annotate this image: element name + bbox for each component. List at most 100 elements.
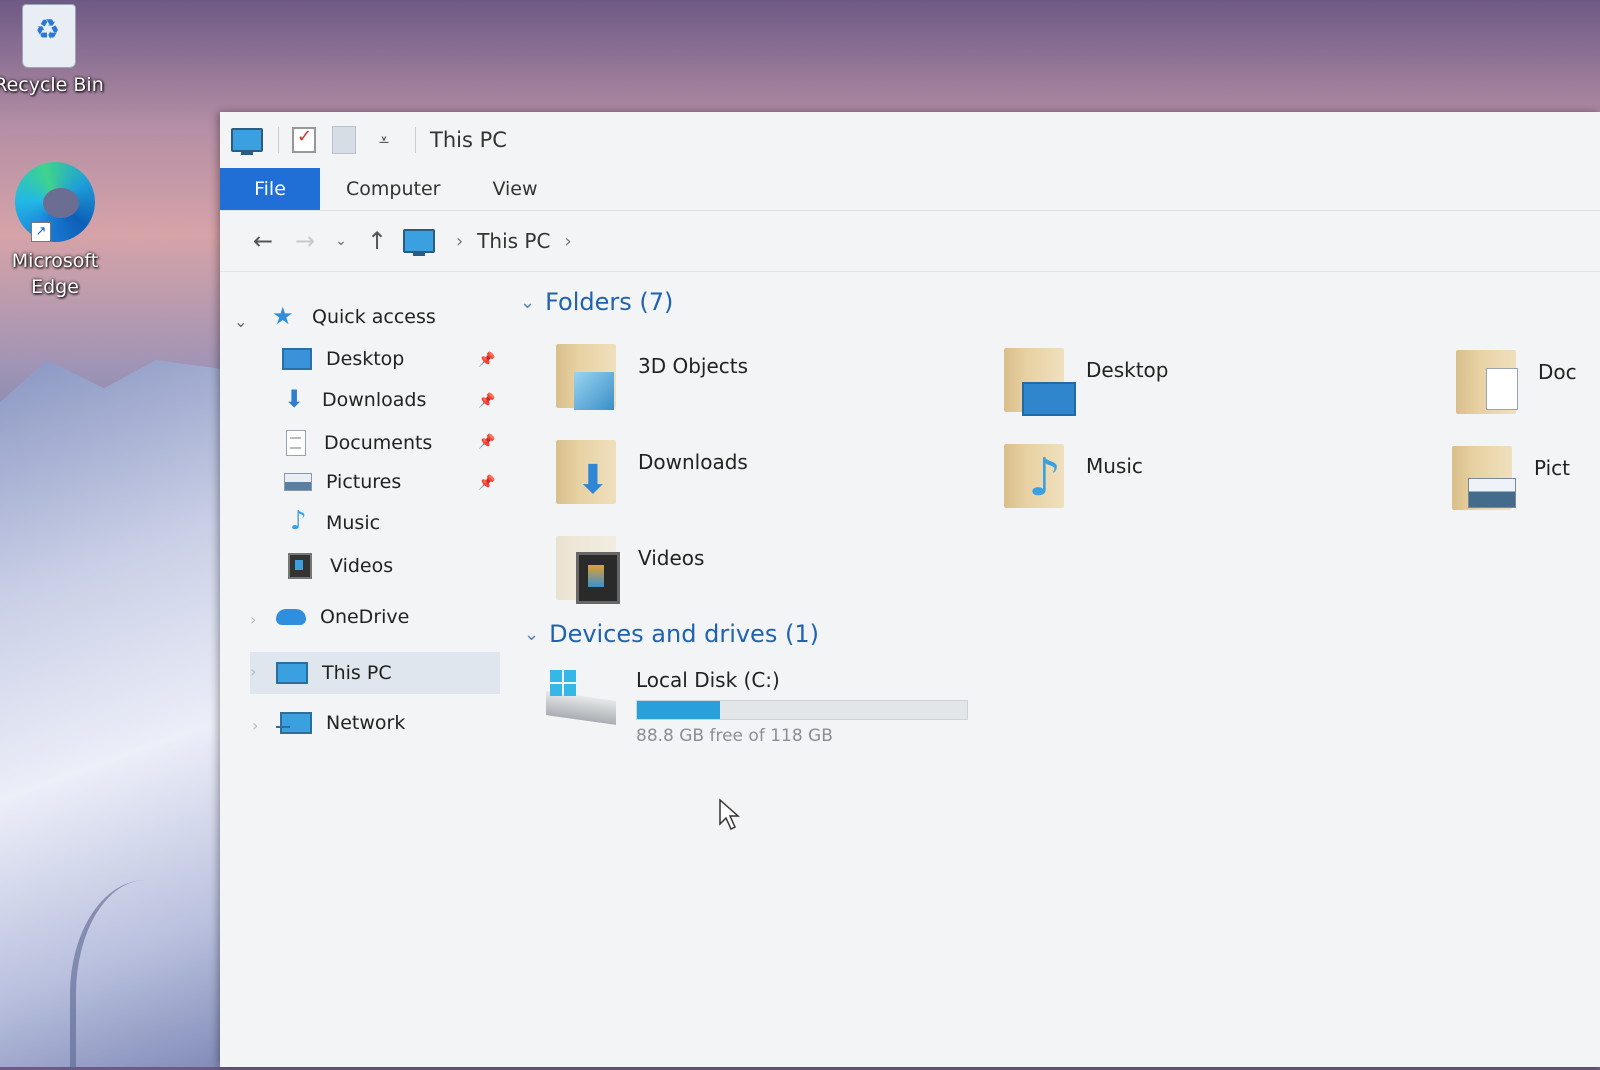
chevron-down-icon[interactable]: ⌄: [520, 292, 535, 313]
sidebar-item-documents[interactable]: Documents: [282, 430, 432, 456]
sidebar-item-label: This PC: [322, 662, 392, 684]
folder-label: 3D Objects: [638, 354, 749, 378]
sidebar-item-label: OneDrive: [320, 606, 410, 628]
shortcut-arrow-icon: ↗: [31, 222, 51, 242]
star-icon: [272, 302, 298, 330]
pictures-folder-icon: [1452, 446, 1516, 512]
hard-drive-icon: [546, 668, 622, 728]
sidebar-item-label: Network: [326, 712, 406, 734]
music-icon: [286, 506, 312, 536]
tab-computer[interactable]: Computer: [320, 168, 466, 210]
breadcrumb-this-pc[interactable]: This PC: [477, 229, 550, 253]
breadcrumb-chevron-icon[interactable]: ›: [456, 231, 463, 252]
toolbar-separator: [415, 127, 416, 153]
chevron-down-icon[interactable]: ⌄: [524, 624, 539, 645]
this-pc-icon: [276, 662, 308, 684]
breadcrumb-chevron-icon[interactable]: ›: [564, 231, 571, 252]
back-arrow-icon[interactable]: ←: [242, 227, 284, 255]
sidebar-item-label: Downloads: [322, 389, 427, 411]
sidebar-item-music[interactable]: Music: [286, 506, 381, 536]
properties-icon[interactable]: [287, 123, 321, 157]
group-header-label: Folders (7): [545, 288, 674, 316]
pictures-icon: [284, 473, 312, 491]
folder-3d-objects[interactable]: 3D Objects: [556, 344, 748, 410]
folder-pictures[interactable]: Pict: [1452, 446, 1570, 512]
sidebar-item-desktop[interactable]: Desktop: [282, 348, 404, 370]
sidebar-item-downloads[interactable]: Downloads: [282, 385, 427, 413]
videos-icon: [288, 553, 312, 579]
address-pc-icon: [402, 224, 436, 258]
folder-documents[interactable]: Doc: [1456, 350, 1577, 416]
file-explorer-window: ⩡ This PC File Computer View ← → ⌄ ↑ › T…: [220, 112, 1600, 1067]
folder-downloads[interactable]: ⬇ Downloads: [556, 440, 748, 506]
this-pc-app-icon[interactable]: [230, 123, 264, 157]
folder-label: Videos: [638, 546, 705, 570]
documents-folder-icon: [1456, 350, 1520, 416]
onedrive-icon: [276, 609, 306, 625]
sidebar-item-label: Quick access: [312, 306, 436, 328]
toolbar-separator: [278, 127, 279, 153]
documents-icon: [286, 430, 306, 456]
recent-locations-chevron-icon[interactable]: ⌄: [326, 233, 356, 249]
navigation-pane: ⌄ Quick access Desktop 📌 Downloads 📌 Doc…: [220, 272, 505, 1067]
folder-label: Desktop: [1086, 358, 1169, 382]
drive-free-space: 88.8 GB free of 118 GB: [636, 726, 833, 746]
sidebar-item-videos[interactable]: Videos: [286, 553, 393, 579]
folder-label: Music: [1086, 454, 1143, 478]
network-icon: [276, 712, 312, 734]
chevron-right-icon[interactable]: ›: [250, 610, 256, 629]
videos-folder-icon: [556, 536, 620, 604]
forward-arrow-icon[interactable]: →: [284, 227, 326, 255]
sidebar-item-onedrive[interactable]: OneDrive: [276, 606, 409, 628]
recycle-bin-icon: [22, 4, 76, 68]
3d-objects-icon: [556, 344, 620, 410]
sidebar-item-quick-access[interactable]: Quick access: [272, 302, 436, 330]
pin-icon[interactable]: 📌: [478, 393, 495, 409]
customize-quick-access-icon[interactable]: ⩡: [367, 123, 401, 157]
folder-desktop[interactable]: Desktop: [1004, 348, 1169, 416]
tab-view[interactable]: View: [466, 168, 563, 210]
downloads-icon: [282, 385, 308, 413]
sidebar-item-network[interactable]: Network: [276, 712, 406, 734]
sidebar-item-label: Desktop: [326, 348, 405, 370]
sidebar-item-label: Music: [326, 512, 381, 534]
drive-usage-bar: [636, 700, 968, 720]
pin-icon[interactable]: 📌: [478, 475, 495, 491]
downloads-folder-icon: ⬇: [556, 440, 620, 506]
music-folder-icon: ♪: [1004, 444, 1068, 510]
sidebar-item-pictures[interactable]: Pictures: [284, 471, 401, 493]
drive-label: Local Disk (C:): [636, 668, 780, 692]
sidebar-item-label: Pictures: [326, 471, 402, 493]
sidebar-item-label: Documents: [324, 432, 433, 454]
new-folder-icon[interactable]: [327, 123, 361, 157]
sidebar-item-label: Videos: [330, 555, 394, 577]
sidebar-item-this-pc[interactable]: This PC: [250, 652, 500, 694]
drive-local-disk-c[interactable]: Local Disk (C:) 88.8 GB free of 118 GB: [546, 668, 968, 746]
devices-group-header[interactable]: ⌄ Devices and drives (1): [524, 620, 819, 648]
edge-icon: ↗: [15, 162, 95, 242]
chevron-right-icon[interactable]: ›: [250, 662, 256, 681]
desktop-icon: [282, 348, 312, 370]
drive-usage-fill: [637, 701, 720, 719]
chevron-down-icon[interactable]: ⌄: [234, 312, 247, 331]
desktop-folder-icon: [1004, 348, 1076, 416]
up-arrow-icon[interactable]: ↑: [356, 227, 398, 255]
desktop-icon-label: Recycle Bin: [0, 74, 104, 96]
desktop-icon-label: Microsoft Edge: [11, 250, 99, 298]
address-row: ← → ⌄ ↑ › This PC ›: [220, 211, 1600, 272]
desktop-icon-edge[interactable]: ↗ Microsoft Edge: [0, 162, 110, 300]
window-title: This PC: [430, 128, 507, 152]
folders-group-header[interactable]: ⌄ Folders (7): [520, 288, 673, 316]
pin-icon[interactable]: 📌: [478, 434, 495, 450]
desktop-icon-recycle-bin[interactable]: Recycle Bin: [0, 4, 104, 98]
folder-videos[interactable]: Videos: [556, 536, 705, 604]
pin-icon[interactable]: 📌: [478, 352, 495, 368]
folder-music[interactable]: ♪ Music: [1004, 444, 1143, 510]
title-bar: ⩡ This PC: [220, 112, 1600, 168]
folder-label: Downloads: [638, 450, 748, 474]
ribbon-tabs: File Computer View: [220, 168, 1600, 211]
tab-file[interactable]: File: [220, 168, 320, 210]
folder-label: Doc: [1538, 360, 1577, 384]
group-header-label: Devices and drives (1): [549, 620, 819, 648]
chevron-right-icon[interactable]: ›: [252, 716, 258, 735]
